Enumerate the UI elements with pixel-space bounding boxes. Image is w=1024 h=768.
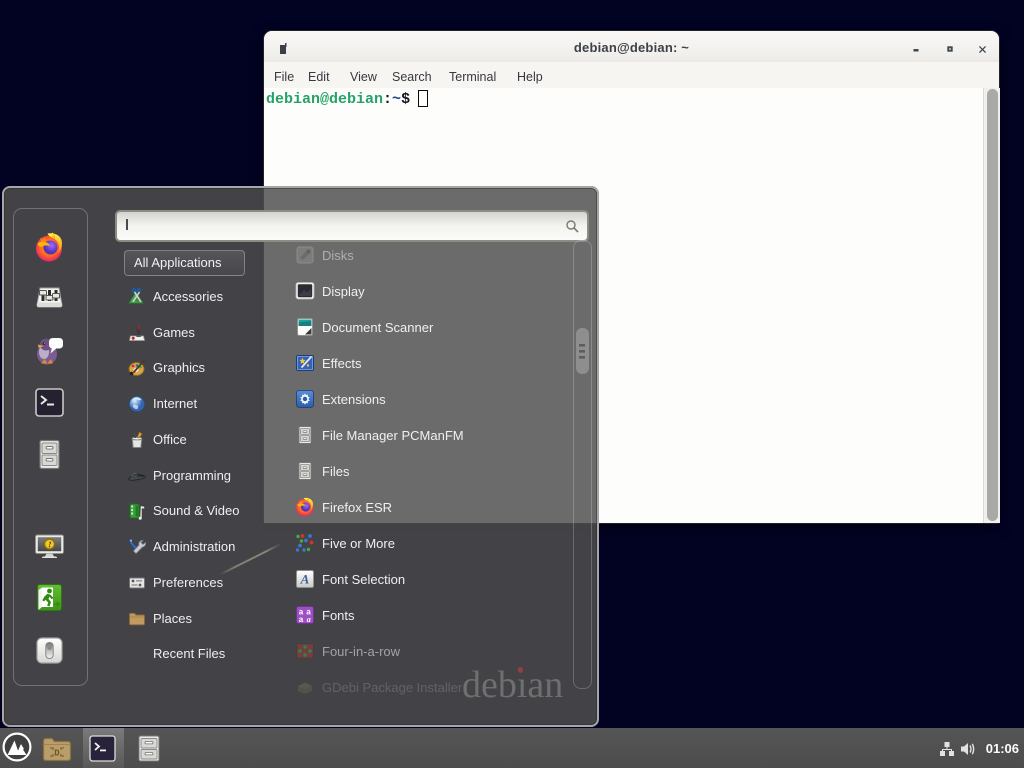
svg-text:a: a: [299, 615, 304, 624]
svg-text:a: a: [307, 615, 311, 624]
svg-text:A: A: [300, 572, 310, 587]
svg-text:D: D: [54, 749, 60, 759]
